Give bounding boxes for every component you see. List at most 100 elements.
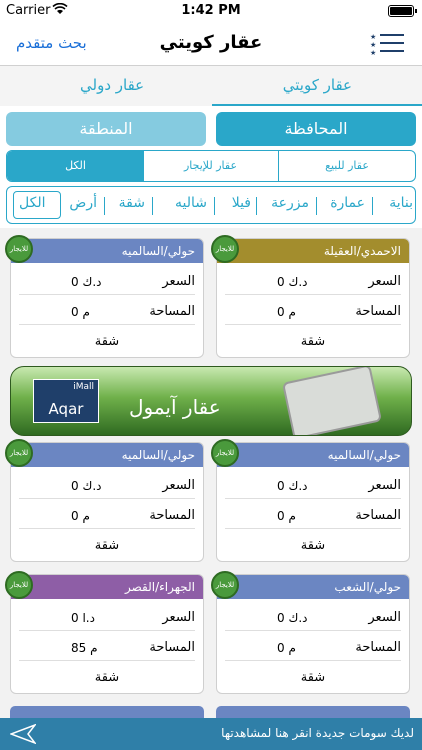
logo-bottom-text: Aqar xyxy=(48,400,84,418)
price-label: السعر xyxy=(162,478,195,493)
price-value: 0 د.ك xyxy=(71,275,102,289)
area-label: المساحة xyxy=(149,304,195,319)
listing-type-segment: عقار للبيع عقار للإيجار الكل xyxy=(6,150,416,182)
type-chalet[interactable]: شاليه xyxy=(175,195,207,211)
listing-card-partial[interactable] xyxy=(216,706,410,718)
area-label: المساحة xyxy=(149,508,195,523)
property-type-scroller[interactable]: بناية عمارة مزرعة فيلا شاليه شقة أرض الك… xyxy=(6,186,416,224)
ad-title: عقار آيمول xyxy=(129,395,221,419)
battery-icon xyxy=(388,5,417,17)
price-value: 0 د.ك xyxy=(277,611,308,625)
listing-card[interactable]: الاحمدي/العقيلة للايجار السعر 0 د.ك المس… xyxy=(211,235,410,358)
area-value: 0 م xyxy=(71,305,90,319)
area-row: المساحة 0 م xyxy=(225,503,401,529)
for-rent-badge: للايجار xyxy=(5,235,33,263)
area-label: المساحة xyxy=(355,304,401,319)
property-type: شقة xyxy=(94,538,120,553)
listing-card[interactable]: حولي/الشعب للايجار السعر 0 د.ك المساحة 0… xyxy=(211,571,410,694)
price-label: السعر xyxy=(368,610,401,625)
segment-all[interactable]: الكل xyxy=(7,151,144,181)
price-row: السعر 0 د.ك xyxy=(225,269,401,295)
property-type: شقة xyxy=(300,334,326,349)
phone-illustration xyxy=(281,367,383,435)
price-label: السعر xyxy=(162,274,195,289)
region-button[interactable]: المنطقة xyxy=(6,112,206,146)
type-land[interactable]: أرض xyxy=(69,195,97,211)
segment-for-rent[interactable]: عقار للإيجار xyxy=(142,151,279,181)
area-label: المساحة xyxy=(149,640,195,655)
price-label: السعر xyxy=(368,274,401,289)
price-value: 0 د.ك xyxy=(71,479,102,493)
type-apartment[interactable]: شقة xyxy=(119,195,145,211)
type-all[interactable]: الكل xyxy=(19,195,46,211)
menu-icon[interactable]: ★ ★ ★ xyxy=(370,32,404,56)
area-row: المساحة 85 م xyxy=(19,635,195,661)
type-divider xyxy=(104,197,105,215)
listing-card[interactable]: الجهراء/القصر للايجار السعر 0 د.ا المساح… xyxy=(5,571,204,694)
tab-kuwait-property[interactable]: عقار كويتي xyxy=(283,76,352,94)
ad-banner[interactable]: iMall Aqar عقار آيمول xyxy=(10,366,412,436)
area-label: المساحة xyxy=(355,508,401,523)
clock: 1:42 PM xyxy=(181,3,241,18)
for-rent-badge: للايجار xyxy=(5,571,33,599)
area-value: 0 م xyxy=(277,641,296,655)
area-label: المساحة xyxy=(355,640,401,655)
listing-location: حولي/السالميه xyxy=(11,443,203,467)
listing-location: حولي/السالميه xyxy=(11,239,203,263)
type-divider xyxy=(214,197,215,215)
new-offers-bar[interactable]: لديك سومات جديدة انقر هنا لمشاهدتها xyxy=(0,718,422,750)
type-divider xyxy=(60,197,61,215)
for-rent-badge: للايجار xyxy=(211,235,239,263)
price-row: السعر 0 د.ك xyxy=(19,473,195,499)
price-row: السعر 0 د.ك xyxy=(225,473,401,499)
new-offers-message[interactable]: لديك سومات جديدة انقر هنا لمشاهدتها xyxy=(221,726,414,740)
tab-international-property[interactable]: عقار دولي xyxy=(80,76,144,94)
active-tab-indicator xyxy=(212,104,422,106)
price-row: السعر 0 د.ا xyxy=(19,605,195,631)
listing-location: حولي/السالميه xyxy=(217,443,409,467)
page-title: عقار كويتي xyxy=(159,32,263,53)
type-building[interactable]: بناية xyxy=(389,195,413,211)
for-rent-badge: للايجار xyxy=(5,439,33,467)
listing-location: حولي/الشعب xyxy=(217,575,409,599)
property-type: شقة xyxy=(94,670,120,685)
price-row: السعر 0 د.ك xyxy=(225,605,401,631)
type-divider xyxy=(316,197,317,215)
area-row: المساحة 0 م xyxy=(225,635,401,661)
price-value: 0 د.ك xyxy=(277,275,308,289)
area-row: المساحة 0 م xyxy=(19,299,195,325)
type-tower[interactable]: عمارة xyxy=(330,195,365,211)
listing-card[interactable]: حولي/السالميه للايجار السعر 0 د.ك المساح… xyxy=(211,439,410,562)
area-value: 0 م xyxy=(71,509,90,523)
navigation-bar: بحث متقدم عقار كويتي ★ ★ ★ xyxy=(0,22,422,66)
listing-card[interactable]: حولي/السالميه للايجار السعر 0 د.ك المساح… xyxy=(5,235,204,358)
for-rent-badge: للايجار xyxy=(211,571,239,599)
governorate-button[interactable]: المحافظة xyxy=(216,112,416,146)
area-value: 0 م xyxy=(277,305,296,319)
imall-aqar-logo: iMall Aqar xyxy=(33,379,99,423)
listing-card-partial[interactable] xyxy=(10,706,204,718)
type-villa[interactable]: فيلا xyxy=(232,195,251,211)
type-divider xyxy=(152,197,153,215)
status-bar: Carrier 1:42 PM xyxy=(0,0,422,22)
main-tabs: عقار كويتي عقار دولي xyxy=(0,66,422,106)
property-type: شقة xyxy=(300,538,326,553)
area-row: المساحة 0 م xyxy=(19,503,195,529)
type-divider xyxy=(372,197,373,215)
price-label: السعر xyxy=(368,478,401,493)
area-value: 0 م xyxy=(277,509,296,523)
svg-text:★: ★ xyxy=(370,41,376,49)
price-value: 0 د.ا xyxy=(71,611,95,625)
logo-top-text: iMall xyxy=(73,382,94,392)
listing-card[interactable]: حولي/السالميه للايجار السعر 0 د.ك المساح… xyxy=(5,439,204,562)
property-type: شقة xyxy=(300,670,326,685)
send-icon[interactable] xyxy=(10,724,36,744)
listing-location: الاحمدي/العقيلة xyxy=(217,239,409,263)
type-farm[interactable]: مزرعة xyxy=(271,195,309,211)
svg-text:★: ★ xyxy=(370,33,376,41)
location-filters: المحافظة المنطقة xyxy=(6,112,416,148)
area-row: المساحة 0 م xyxy=(225,299,401,325)
property-type: شقة xyxy=(94,334,120,349)
svg-text:★: ★ xyxy=(370,49,376,56)
segment-for-sale[interactable]: عقار للبيع xyxy=(279,151,415,181)
